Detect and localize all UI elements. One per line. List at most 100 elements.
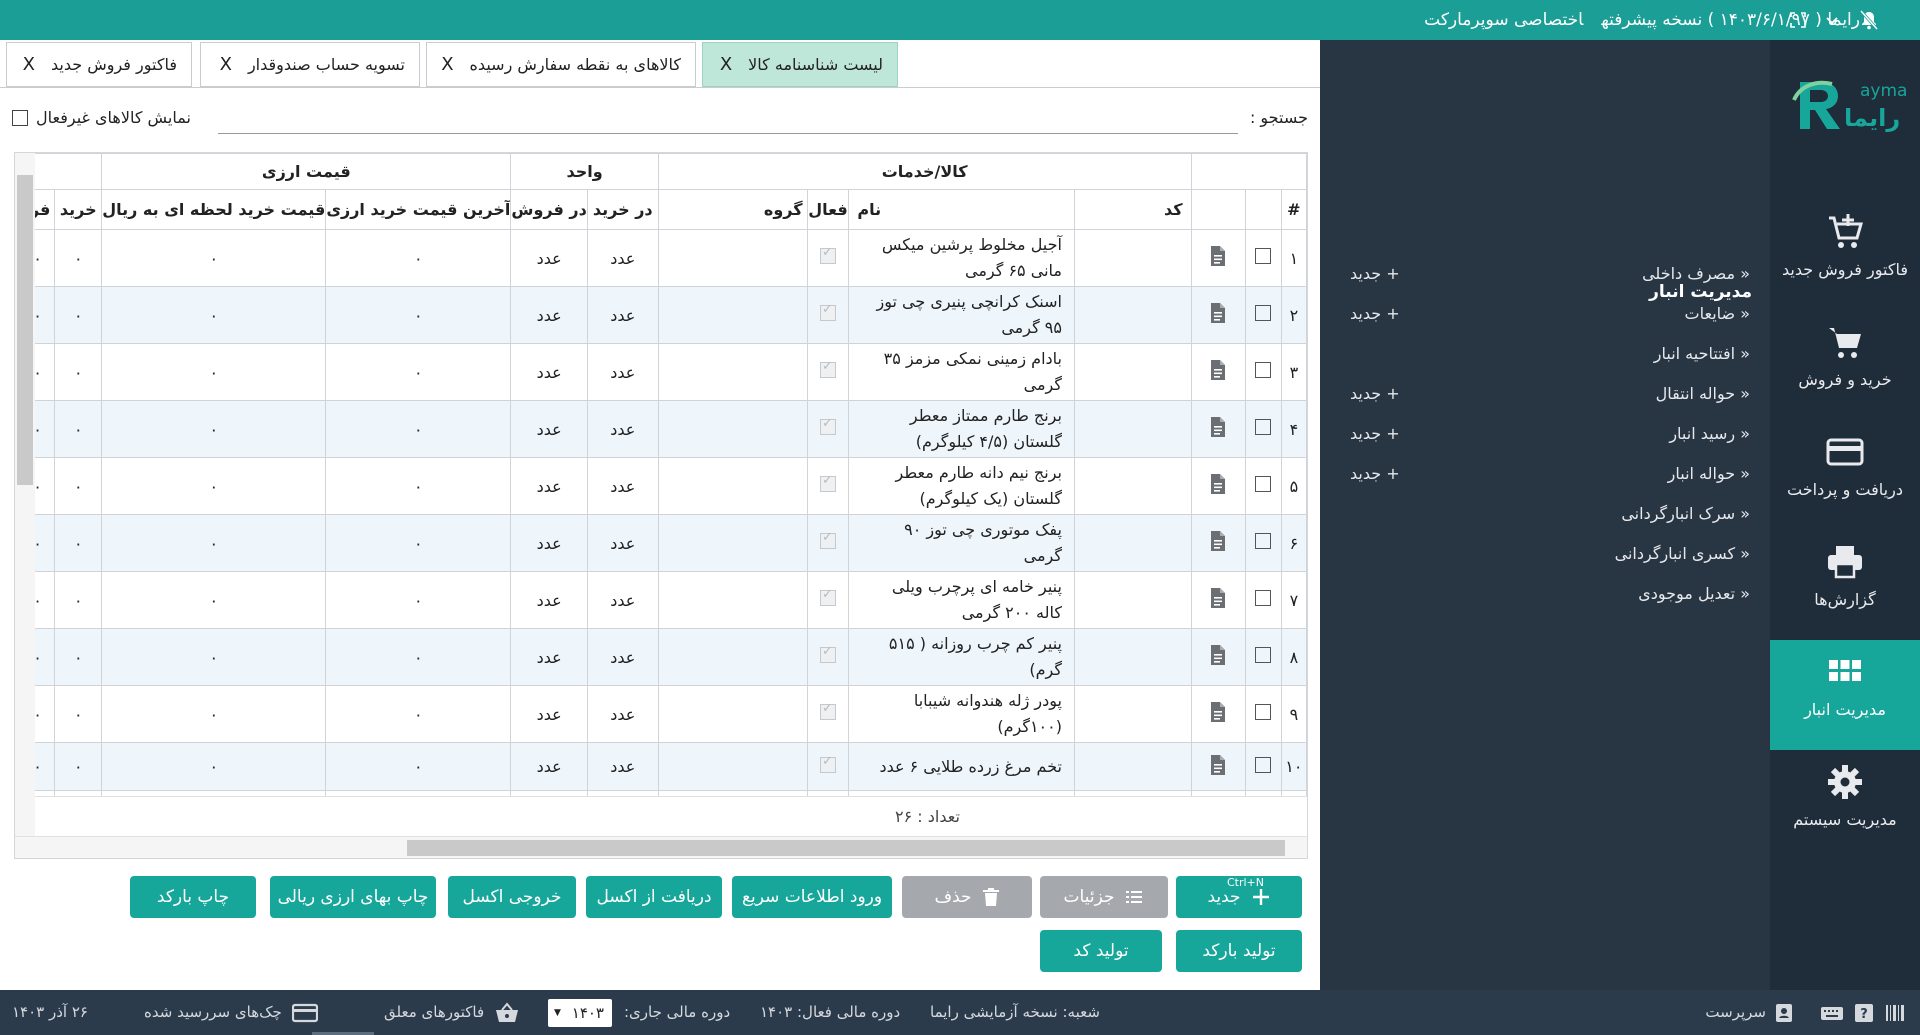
scroll-thumb[interactable] [17,175,33,485]
table-row[interactable]: ۴ برنج طارم ممتاز معطر گلستان (۴/۵ کیلوگر… [15,400,1307,458]
sidebar-item-receive-pay[interactable]: دریافت و پرداخت [1770,420,1920,530]
document-icon[interactable] [1209,702,1227,727]
submenu-item-label[interactable]: « رسید انبار [1669,414,1750,454]
submenu-new-link[interactable]: + جدید [1350,454,1400,494]
cell-select[interactable] [1244,742,1282,791]
submenu-item[interactable]: « حواله انبار + جدید [1320,454,1770,494]
row-checkbox[interactable] [1255,419,1272,435]
cell-doc[interactable] [1190,457,1246,515]
cell-doc[interactable] [1190,400,1246,458]
document-icon[interactable] [1209,303,1227,328]
row-checkbox[interactable] [1255,590,1272,606]
horizontal-scrollbar[interactable] [15,836,1307,858]
row-checkbox[interactable] [1255,704,1272,720]
table-row[interactable]: ۱۰تخم مرغ زرده طلایی ۶ عددعددعدد۰۰۰۰۰۰ [15,742,1307,791]
cell-doc[interactable] [1190,628,1246,686]
sidebar-item-reports[interactable]: گزارش‌ها [1770,530,1920,640]
cell-select[interactable] [1244,514,1282,572]
close-icon[interactable]: X [23,54,35,75]
export-excel-button[interactable]: خروجی اکسل [448,876,576,918]
submenu-item[interactable]: « تعدیل موجودی [1320,574,1770,614]
submenu-item[interactable]: « مصرف داخلی + جدید [1320,254,1770,294]
document-icon[interactable] [1209,588,1227,613]
col-live-fx-buy[interactable]: قیمت خرید لحظه ای به ریال [101,189,327,230]
submenu-item[interactable]: « رسید انبار + جدید [1320,414,1770,454]
sidebar-item-warehouse[interactable]: مدیریت انبار [1762,640,1920,750]
user-info[interactable]: سرپرست [1705,990,1794,1035]
close-icon[interactable]: X [720,54,732,75]
submenu-item[interactable]: « کسری انبارگردانی [1320,534,1770,574]
sidebar-item-new-sale-invoice[interactable]: فاکتور فروش جدید [1770,200,1920,310]
table-row[interactable]: ۶پفک موتوری چی توز ۹۰ گرمیعددعدد۰۰۰۰۰۰ [15,514,1307,572]
document-icon[interactable] [1209,246,1227,271]
row-checkbox[interactable] [1255,647,1272,663]
document-icon[interactable] [1209,754,1227,780]
cell-doc[interactable] [1190,571,1246,629]
sidebar-item-system[interactable]: مدیریت سیستم [1770,750,1920,860]
row-checkbox[interactable] [1255,362,1272,378]
print-fx-price-button[interactable]: چاپ بهای ارزی ریالی [270,876,436,918]
help-icon[interactable]: ? [1854,990,1874,1035]
row-checkbox[interactable] [1255,305,1272,321]
print-barcode-button[interactable]: چاپ بارکد [130,876,256,918]
show-inactive-toggle[interactable]: نمایش کالاهای غیرفعال [12,108,191,127]
show-inactive-checkbox[interactable] [12,109,28,126]
table-row[interactable]: ۳بادام زمینی نمکی مزمز ۳۵ گرمیعددعدد۰۰۰۰… [15,343,1307,401]
submenu-item-label[interactable]: « سرک انبارگردانی [1621,494,1750,534]
col-group[interactable]: گروه [657,189,808,230]
table-row[interactable]: ۱ آجیل مخلوط پرشین میکس مانی ۶۵ گرمی عددعد… [15,229,1307,287]
barcode-icon[interactable] [1884,990,1906,1035]
document-icon[interactable] [1209,360,1227,385]
row-checkbox[interactable] [1255,248,1272,264]
generate-code-button[interactable]: تولید کد [1040,930,1162,972]
close-icon[interactable]: X [220,54,232,75]
generate-barcode-button[interactable]: تولید بارکد [1176,930,1302,972]
cell-doc[interactable] [1190,343,1246,401]
submenu-item-label[interactable]: « ضایعات [1685,294,1750,334]
table-row[interactable]: ۹پودر ژله هندوانه شیبابا (۱۰۰گرم)عددعدد۰… [15,685,1307,743]
due-cheques[interactable]: چک‌های سررسید شده [144,990,318,1035]
cell-select[interactable] [1244,457,1282,515]
cell-select[interactable] [1244,286,1282,344]
submenu-item-label[interactable]: « تعدیل موجودی [1638,574,1750,614]
cell-select[interactable] [1244,229,1282,287]
vertical-scrollbar[interactable] [15,153,35,858]
delete-button[interactable]: حذف [902,876,1032,918]
submenu-new-link[interactable]: + جدید [1350,374,1400,414]
table-row[interactable]: ۷ پنیر خامه ای پرچرب ویلی کاله ۲۰۰ گرمی عد… [15,571,1307,629]
tab-product-list[interactable]: لیست شناسنامه کالا X [702,42,898,87]
fiscal-year-select[interactable]: ۱۴۰۳ ▼ [548,999,612,1027]
col-name[interactable]: نام [848,189,1075,230]
submenu-item[interactable]: « سرک انبارگردانی [1320,494,1770,534]
submenu-new-link[interactable]: + جدید [1350,254,1400,294]
document-icon[interactable] [1209,531,1227,556]
submenu-item[interactable]: « حواله انتقال + جدید [1320,374,1770,414]
submenu-item-label[interactable]: « کسری انبارگردانی [1615,534,1750,574]
bell-off-icon[interactable] [1858,9,1880,31]
col-last-fx-buy[interactable]: آخرین قیمت خرید ارزی [325,189,512,230]
close-icon[interactable]: X [441,54,453,75]
submenu-item[interactable]: « ضایعات + جدید [1320,294,1770,334]
pending-invoices[interactable]: فاکتورهای معلق [384,990,520,1035]
scroll-thumb[interactable] [407,840,1285,856]
document-icon[interactable] [1209,645,1227,670]
quick-entry-button[interactable]: ورود اطلاعات سریع [732,876,892,918]
cell-doc[interactable] [1190,514,1246,572]
submenu-new-link[interactable]: + جدید [1350,414,1400,454]
tab-reorder-items[interactable]: کالاهای به نقطه سفارش رسیده X [426,42,696,87]
submenu-item-label[interactable]: « حواله انبار [1668,454,1750,494]
cell-select[interactable] [1244,343,1282,401]
table-row[interactable]: ۲اسنک کرانچی پنیری چی توز ۹۵ گرمیعددعدد۰… [15,286,1307,344]
search-input[interactable] [218,104,1238,134]
details-button[interactable]: جزئیات [1040,876,1168,918]
table-row[interactable]: ۵ برنج نیم دانه طارم معطر گلستان (یک کیلو… [15,457,1307,515]
row-checkbox[interactable] [1255,756,1272,773]
submenu-item-label[interactable]: « حواله انتقال [1656,374,1750,414]
cell-select[interactable] [1244,685,1282,743]
col-unit-sell[interactable]: در فروش [510,189,588,230]
row-checkbox[interactable] [1255,476,1272,492]
submenu-item[interactable]: « افتتاحیه انبار [1320,334,1770,374]
keyboard-icon[interactable] [1820,990,1844,1035]
submenu-item-label[interactable]: « مصرف داخلی [1642,254,1750,294]
table-row[interactable]: ۸پنیر کم چرب روزانه ( ۵۱۵ گرم)عددعدد۰۰۰۰… [15,628,1307,686]
